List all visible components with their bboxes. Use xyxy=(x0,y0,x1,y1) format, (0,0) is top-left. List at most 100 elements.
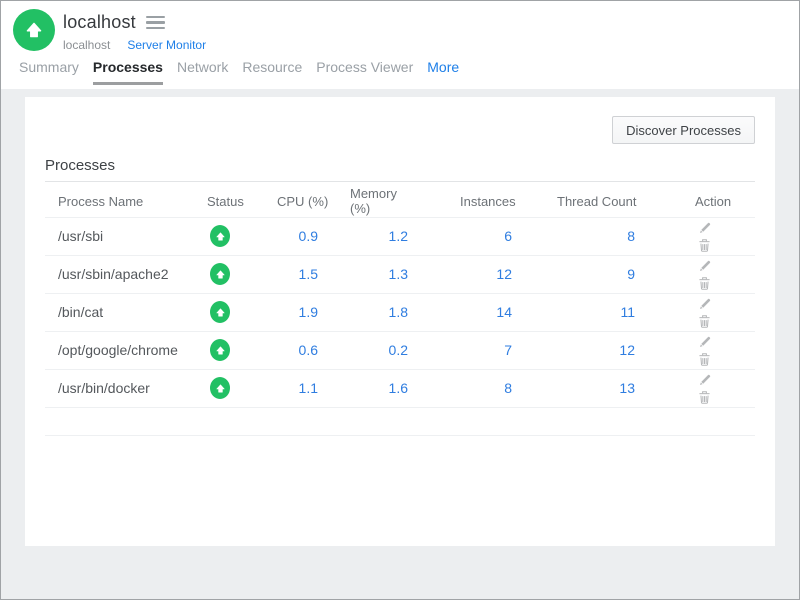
instances-value-link[interactable]: 14 xyxy=(496,304,512,320)
memory-cell: 1.8 xyxy=(335,293,415,331)
delete-icon[interactable] xyxy=(697,352,712,367)
edit-icon[interactable] xyxy=(697,335,712,350)
edit-icon[interactable] xyxy=(697,221,712,236)
action-cell xyxy=(657,293,755,331)
table-row: /opt/google/chrome 0.6 0.2 7 12 xyxy=(45,331,755,369)
up-arrow-icon xyxy=(24,20,44,40)
column-header-cpu: CPU (%) xyxy=(277,182,335,217)
column-header-thread-count: Thread Count xyxy=(515,182,657,217)
cpu-value-link[interactable]: 0.9 xyxy=(299,228,318,244)
table-row: /usr/sbi 0.9 1.2 6 8 xyxy=(45,217,755,255)
column-header-process-name: Process Name xyxy=(45,182,207,217)
process-table: Process NameStatusCPU (%)Memory (%)Insta… xyxy=(45,182,755,436)
panel-toolbar: Discover Processes xyxy=(45,97,755,144)
column-header-memory: Memory (%) xyxy=(335,182,415,217)
delete-icon[interactable] xyxy=(697,390,712,405)
cpu-value-link[interactable]: 1.5 xyxy=(299,266,318,282)
cpu-value-link[interactable]: 1.9 xyxy=(299,304,318,320)
empty-row xyxy=(45,407,755,435)
table-row: /usr/bin/docker 1.1 1.6 8 13 xyxy=(45,369,755,407)
process-name-cell: /usr/bin/docker xyxy=(45,369,207,407)
edit-icon[interactable] xyxy=(697,373,712,388)
process-table-body: /usr/sbi 0.9 1.2 6 8 xyxy=(45,217,755,435)
delete-icon[interactable] xyxy=(697,314,712,329)
threads-cell: 12 xyxy=(515,331,657,369)
edit-icon[interactable] xyxy=(697,259,712,274)
instances-cell: 14 xyxy=(415,293,515,331)
hamburger-icon[interactable] xyxy=(146,14,165,32)
instances-value-link[interactable]: 8 xyxy=(504,380,512,396)
status-cell xyxy=(207,331,277,369)
status-cell xyxy=(207,369,277,407)
action-cell xyxy=(657,255,755,293)
tab-network[interactable]: Network xyxy=(177,59,228,85)
cpu-cell: 1.9 xyxy=(277,293,335,331)
cpu-cell: 1.5 xyxy=(277,255,335,293)
thread-count-value-link[interactable]: 11 xyxy=(620,304,635,320)
threads-cell: 9 xyxy=(515,255,657,293)
cpu-cell: 0.6 xyxy=(277,331,335,369)
threads-cell: 8 xyxy=(515,217,657,255)
processes-panel: Discover Processes Processes Process Nam… xyxy=(25,97,775,546)
memory-cell: 0.2 xyxy=(335,331,415,369)
instances-cell: 6 xyxy=(415,217,515,255)
memory-value-link[interactable]: 1.6 xyxy=(389,380,408,396)
cpu-value-link[interactable]: 1.1 xyxy=(299,380,318,396)
tab-processes[interactable]: Processes xyxy=(93,59,163,85)
tab-bar: Summary Processes Network Resource Process V… xyxy=(19,59,459,85)
memory-cell: 1.3 xyxy=(335,255,415,293)
table-row: /usr/sbin/apache2 1.5 1.3 12 9 xyxy=(45,255,755,293)
status-up-icon xyxy=(210,301,230,323)
discover-processes-button[interactable]: Discover Processes xyxy=(612,116,755,144)
status-up-icon xyxy=(210,339,230,361)
tab-resource[interactable]: Resource xyxy=(242,59,302,85)
monitor-status-icon xyxy=(13,9,55,51)
threads-cell: 13 xyxy=(515,369,657,407)
status-cell xyxy=(207,293,277,331)
instances-cell: 12 xyxy=(415,255,515,293)
edit-icon[interactable] xyxy=(697,297,712,312)
memory-value-link[interactable]: 0.2 xyxy=(389,342,408,358)
thread-count-value-link[interactable]: 12 xyxy=(619,342,635,358)
threads-cell: 11 xyxy=(515,293,657,331)
memory-value-link[interactable]: 1.8 xyxy=(389,304,408,320)
cpu-cell: 0.9 xyxy=(277,217,335,255)
host-label: localhost xyxy=(63,38,110,52)
cpu-value-link[interactable]: 0.6 xyxy=(299,342,318,358)
page-title: localhost xyxy=(63,12,136,33)
column-header-action: Action xyxy=(657,182,755,217)
tab-process-viewer[interactable]: Process Viewer xyxy=(316,59,413,85)
status-cell xyxy=(207,217,277,255)
instances-value-link[interactable]: 7 xyxy=(504,342,512,358)
tab-summary[interactable]: Summary xyxy=(19,59,79,85)
thread-count-value-link[interactable]: 8 xyxy=(627,228,635,244)
delete-icon[interactable] xyxy=(697,276,712,291)
memory-value-link[interactable]: 1.2 xyxy=(389,228,408,244)
action-cell xyxy=(657,331,755,369)
status-up-icon xyxy=(210,377,230,399)
instances-cell: 7 xyxy=(415,331,515,369)
table-header-row: Process NameStatusCPU (%)Memory (%)Insta… xyxy=(45,182,755,217)
column-header-status: Status xyxy=(207,182,277,217)
delete-icon[interactable] xyxy=(697,238,712,253)
monitor-header: localhost localhost Server Monitor Summa… xyxy=(1,1,799,89)
action-cell xyxy=(657,369,755,407)
instances-cell: 8 xyxy=(415,369,515,407)
page-body: Discover Processes Processes Process Nam… xyxy=(1,89,799,600)
status-cell xyxy=(207,255,277,293)
thread-count-value-link[interactable]: 13 xyxy=(619,380,635,396)
memory-cell: 1.6 xyxy=(335,369,415,407)
memory-cell: 1.2 xyxy=(335,217,415,255)
process-name-cell: /usr/sbin/apache2 xyxy=(45,255,207,293)
instances-value-link[interactable]: 12 xyxy=(496,266,512,282)
process-name-cell: /opt/google/chrome xyxy=(45,331,207,369)
memory-value-link[interactable]: 1.3 xyxy=(389,266,408,282)
thread-count-value-link[interactable]: 9 xyxy=(627,266,635,282)
process-name-cell: /bin/cat xyxy=(45,293,207,331)
cpu-cell: 1.1 xyxy=(277,369,335,407)
tab-more[interactable]: More xyxy=(427,59,459,85)
monitor-type-link[interactable]: Server Monitor xyxy=(127,38,206,52)
action-cell xyxy=(657,217,755,255)
instances-value-link[interactable]: 6 xyxy=(504,228,512,244)
status-up-icon xyxy=(210,263,230,285)
